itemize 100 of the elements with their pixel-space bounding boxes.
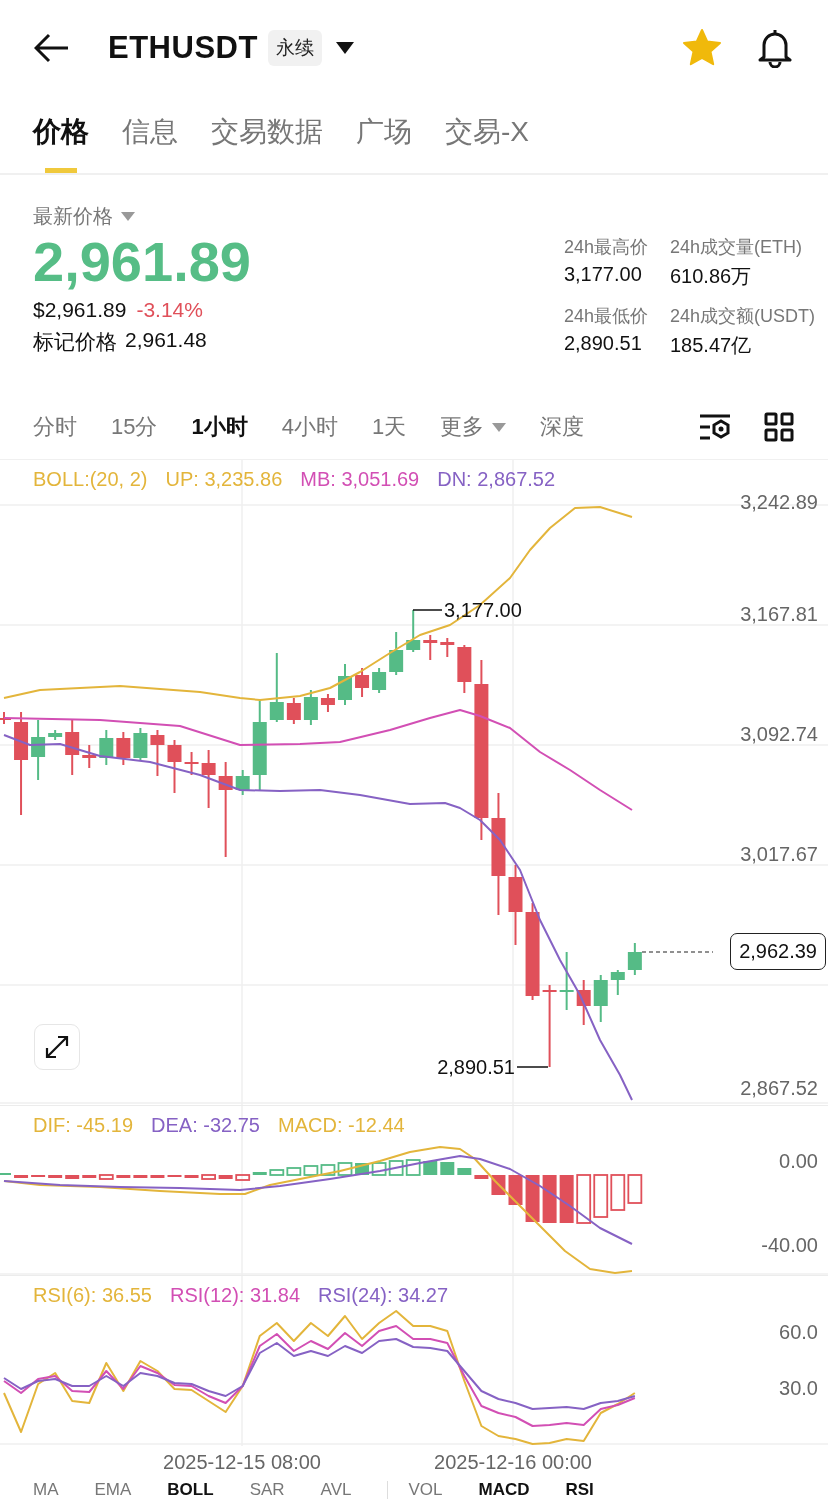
candle (286, 697, 301, 725)
axis-label: 60.0 (779, 1321, 818, 1344)
stat-label: 24h成交额(USDT) (669, 305, 815, 328)
candle (593, 974, 608, 1023)
stat-label: 24h成交量(ETH) (669, 236, 803, 259)
tab[interactable]: 交易-X (445, 95, 529, 173)
histogram-bar (388, 1160, 404, 1176)
interval-tab[interactable]: 4小时 (281, 412, 338, 442)
last-price: 2,961.89 (33, 232, 252, 292)
mark-price-value: 2,961.48 (125, 328, 207, 353)
interval-tab[interactable]: 1小时 (191, 412, 248, 442)
expand-button[interactable] (34, 1024, 80, 1070)
indicator-tab[interactable]: MACD (478, 1480, 530, 1500)
usd-price: $2,961.89 (33, 298, 127, 322)
candle (372, 667, 387, 694)
stat-value: 185.47亿 (669, 333, 753, 358)
candle (0, 711, 11, 725)
candle (355, 667, 370, 698)
candle (133, 727, 148, 761)
expand-icon (44, 1034, 70, 1060)
histogram-bar (218, 1175, 233, 1179)
histogram-bar (576, 1174, 592, 1224)
candle (235, 769, 250, 796)
indicator-tab[interactable]: AVL (320, 1480, 352, 1500)
histogram-bar (405, 1159, 421, 1176)
interval-tab[interactable]: 分时 (33, 412, 77, 442)
candle (389, 631, 404, 676)
indicator-value: UP: 3,235.86 (165, 468, 283, 491)
indicator-value: RSI(24): 34.27 (318, 1284, 449, 1307)
histogram-bar (320, 1164, 336, 1176)
tab[interactable]: 广场 (356, 95, 412, 173)
interval-tab[interactable]: 深度 (540, 412, 585, 442)
axis-label: 30.0 (779, 1377, 818, 1400)
chart-settings-icon[interactable] (698, 412, 732, 442)
interval-tab[interactable]: 更多 (440, 412, 507, 442)
histogram-bar (150, 1175, 165, 1178)
indicator-tab[interactable]: SAR (249, 1480, 285, 1500)
histogram-bar (286, 1167, 302, 1176)
grid-icon[interactable] (764, 412, 794, 442)
candle (610, 969, 625, 996)
stat-label: 24h最高价 (563, 236, 648, 259)
indicator-tab[interactable]: RSI (565, 1480, 594, 1500)
histogram-bar (610, 1174, 626, 1211)
candle (116, 731, 131, 766)
stat-value: 610.86万 (669, 264, 753, 289)
axis-label: 2,867.52 (740, 1077, 818, 1100)
tab[interactable]: 价格 (33, 95, 89, 173)
candle (559, 951, 574, 1011)
price-change: -3.14% (136, 298, 203, 322)
indicator-value: BOLL:(20, 2) (33, 468, 148, 491)
indicator-value: RSI(6): 36.55 (33, 1284, 152, 1307)
indicator-tab[interactable]: MA (33, 1480, 59, 1500)
histogram-bar (371, 1162, 387, 1176)
indicator-tab[interactable]: EMA (94, 1480, 132, 1500)
leader-line (412, 609, 443, 611)
candle (440, 637, 455, 658)
candle (48, 729, 63, 741)
interval-tab[interactable]: 15分 (111, 412, 158, 442)
price-type-label[interactable]: 最新价格 (33, 203, 113, 230)
candle (423, 634, 438, 661)
caret-icon (492, 422, 507, 432)
price-marker: 2,890.51 (437, 1056, 515, 1079)
histogram-bar (184, 1175, 199, 1178)
histogram-bar (14, 1175, 29, 1178)
indicator-value: RSI(12): 31.84 (169, 1284, 301, 1307)
candle (320, 693, 335, 713)
candle (82, 744, 97, 769)
histogram-bar (474, 1175, 489, 1179)
tab[interactable]: 信息 (122, 95, 178, 173)
indicator-value: MB: 3,051.69 (300, 468, 420, 491)
contract-tag: 永续 (267, 29, 322, 66)
interval-tab[interactable]: 1天 (372, 412, 407, 442)
stat-value: 3,177.00 (563, 263, 643, 286)
histogram-bar (542, 1175, 557, 1223)
histogram-bar (133, 1175, 148, 1178)
indicator-value: MACD: -12.44 (278, 1114, 405, 1137)
histogram-bar (65, 1175, 80, 1179)
bell-icon[interactable] (756, 27, 794, 68)
candle (627, 942, 642, 976)
histogram-bar (627, 1174, 643, 1204)
indicator-value: DN: 2,867.52 (437, 468, 556, 491)
tab[interactable]: 交易数据 (211, 95, 323, 173)
axis-label: 0.00 (779, 1150, 818, 1173)
star-icon[interactable] (682, 27, 722, 68)
current-price-label: 2,962.39 (730, 933, 826, 970)
candle (338, 663, 352, 706)
histogram-bar (116, 1175, 131, 1178)
candle (99, 729, 114, 766)
mark-price-label: 标记价格 (33, 329, 117, 355)
histogram-bar (593, 1174, 609, 1218)
candle (184, 751, 199, 776)
candle (269, 652, 284, 723)
axis-label: 3,242.89 (740, 491, 818, 514)
candle (31, 719, 46, 781)
indicator-tab[interactable]: VOL (408, 1480, 443, 1500)
candle (201, 749, 216, 809)
back-icon[interactable] (34, 32, 70, 63)
indicator-tab[interactable]: BOLL (167, 1480, 214, 1500)
caret-icon[interactable] (335, 41, 354, 54)
candle (457, 644, 472, 694)
